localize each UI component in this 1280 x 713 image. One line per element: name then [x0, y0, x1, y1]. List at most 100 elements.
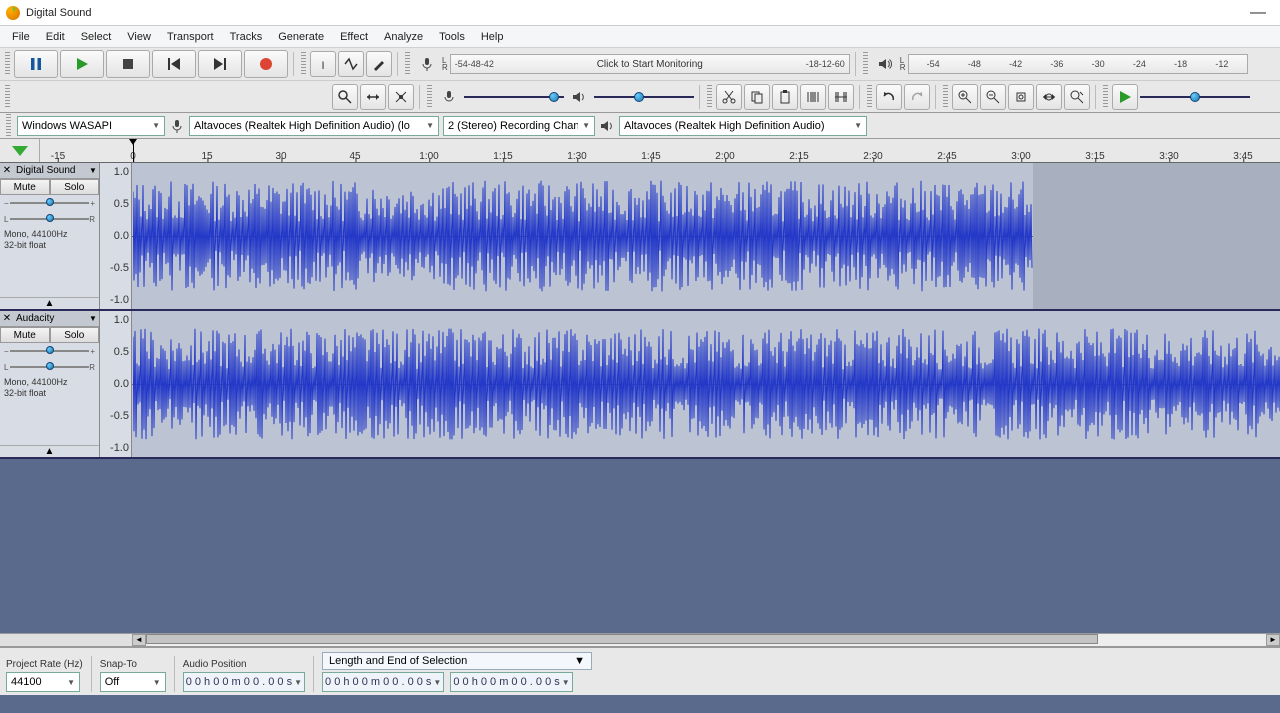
minimize-button[interactable]: — — [1242, 4, 1274, 22]
paste-button[interactable] — [772, 84, 798, 110]
track-menu-button[interactable]: ▼ — [87, 166, 99, 175]
pan-slider[interactable]: LR — [0, 359, 99, 375]
waveform-display[interactable] — [132, 163, 1280, 309]
toolbar-grip[interactable] — [5, 85, 10, 109]
track-close-button[interactable]: ✕ — [0, 313, 14, 324]
play-at-speed-button[interactable] — [1112, 84, 1138, 110]
timeline-ruler[interactable]: -1501530451:001:151:301:452:002:152:302:… — [0, 139, 1280, 163]
toolbar-grip[interactable] — [863, 52, 868, 76]
timeshift-tool-button[interactable] — [360, 84, 386, 110]
menu-view[interactable]: View — [119, 29, 159, 45]
zoom-toggle-button[interactable] — [1064, 84, 1090, 110]
menu-select[interactable]: Select — [73, 29, 120, 45]
track-control-panel: ✕ Digital Sound ▼ Mute Solo −+ LR Mono, … — [0, 163, 100, 309]
playback-speed-slider[interactable] — [1140, 91, 1250, 103]
snap-to-select[interactable]: Off▼ — [100, 672, 166, 692]
menu-tools[interactable]: Tools — [431, 29, 473, 45]
playback-meter[interactable]: -54 -48 -42 -36 -30 -24 -18 -12 — [908, 54, 1248, 74]
zoom-tool-button[interactable] — [332, 84, 358, 110]
envelope-tool-button[interactable] — [338, 51, 364, 77]
multi-tool-button[interactable] — [388, 84, 414, 110]
play-button[interactable] — [60, 50, 104, 78]
playhead-indicator[interactable] — [133, 139, 134, 162]
skip-start-button[interactable] — [152, 50, 196, 78]
waveform-display[interactable] — [132, 311, 1280, 457]
speaker-icon — [599, 118, 615, 134]
stop-button[interactable] — [106, 50, 150, 78]
menu-generate[interactable]: Generate — [270, 29, 332, 45]
fit-selection-button[interactable] — [1008, 84, 1034, 110]
trim-button[interactable] — [800, 84, 826, 110]
track-name-label[interactable]: Audacity — [14, 313, 87, 324]
zoom-in-button[interactable] — [952, 84, 978, 110]
collapse-button[interactable]: ▲ — [0, 445, 99, 457]
gain-slider[interactable]: −+ — [0, 343, 99, 359]
track-close-button[interactable]: ✕ — [0, 165, 14, 176]
scroll-left-button[interactable]: ◄ — [132, 634, 146, 646]
horizontal-scrollbar[interactable]: ◄ ► — [0, 633, 1280, 647]
mic-icon — [414, 51, 440, 77]
pause-button[interactable] — [14, 50, 58, 78]
track-menu-button[interactable]: ▼ — [87, 314, 99, 323]
track-name-label[interactable]: Digital Sound — [14, 165, 87, 176]
collapse-button[interactable]: ▲ — [0, 297, 99, 309]
start-monitoring-label[interactable]: Click to Start Monitoring — [451, 55, 849, 73]
skip-end-button[interactable] — [198, 50, 242, 78]
cut-button[interactable] — [716, 84, 742, 110]
draw-tool-button[interactable] — [366, 51, 392, 77]
toolbar-grip[interactable] — [1103, 85, 1108, 109]
menu-edit[interactable]: Edit — [38, 29, 73, 45]
solo-button[interactable]: Solo — [50, 179, 100, 195]
redo-button[interactable] — [904, 84, 930, 110]
selection-toolbar: Project Rate (Hz) 44100▼ Snap-To Off▼ Au… — [0, 647, 1280, 695]
gain-slider[interactable]: −+ — [0, 195, 99, 211]
playback-device-select[interactable]: Altavoces (Realtek High Definition Audio… — [619, 116, 867, 136]
mute-button[interactable]: Mute — [0, 327, 50, 343]
project-rate-select[interactable]: 44100▼ — [6, 672, 80, 692]
pan-slider[interactable]: LR — [0, 211, 99, 227]
title-bar: Digital Sound — — [0, 0, 1280, 26]
scroll-right-button[interactable]: ► — [1266, 634, 1280, 646]
speaker-icon — [872, 51, 898, 77]
recording-device-select[interactable]: Altavoces (Realtek High Definition Audio… — [189, 116, 439, 136]
undo-button[interactable] — [876, 84, 902, 110]
mute-button[interactable]: Mute — [0, 179, 50, 195]
selection-start-field[interactable]: 0 0 h 0 0 m 0 0 . 0 0 s▼ — [322, 672, 444, 692]
recording-channels-select[interactable]: 2 (Stereo) Recording Chan▼ — [443, 116, 595, 136]
toolbar-area: I LR -54 -48 -42 -18 -12 -6 0 Click to S… — [0, 48, 1280, 113]
solo-button[interactable]: Solo — [50, 327, 100, 343]
recording-meter[interactable]: -54 -48 -42 -18 -12 -6 0 Click to Start … — [450, 54, 850, 74]
menu-analyze[interactable]: Analyze — [376, 29, 431, 45]
silence-button[interactable] — [828, 84, 854, 110]
amplitude-ruler[interactable]: 1.00.50.0-0.5-1.0 — [100, 311, 132, 457]
toolbar-grip[interactable] — [707, 85, 712, 109]
record-button[interactable] — [244, 50, 288, 78]
recording-volume-slider[interactable] — [464, 91, 564, 103]
copy-button[interactable] — [744, 84, 770, 110]
menu-transport[interactable]: Transport — [159, 29, 222, 45]
menu-tracks[interactable]: Tracks — [222, 29, 271, 45]
audio-position-field[interactable]: 0 0 h 0 0 m 0 0 . 0 0 s▼ — [183, 672, 305, 692]
fit-project-button[interactable] — [1036, 84, 1062, 110]
menu-effect[interactable]: Effect — [332, 29, 376, 45]
amplitude-ruler[interactable]: 1.00.50.0-0.5-1.0 — [100, 163, 132, 309]
tracks-area: ✕ Digital Sound ▼ Mute Solo −+ LR Mono, … — [0, 163, 1280, 633]
toolbar-grip[interactable] — [301, 52, 306, 76]
mic-volume-icon — [436, 84, 462, 110]
toolbar-grip[interactable] — [427, 85, 432, 109]
zoom-out-button[interactable] — [980, 84, 1006, 110]
toolbar-grip[interactable] — [867, 85, 872, 109]
toolbar-grip[interactable] — [5, 52, 10, 76]
playback-volume-slider[interactable] — [594, 91, 694, 103]
toolbar-grip[interactable] — [405, 52, 410, 76]
audio-track: ✕ Audacity ▼ Mute Solo −+ LR Mono, 44100… — [0, 311, 1280, 459]
toolbar-grip[interactable] — [943, 85, 948, 109]
menu-help[interactable]: Help — [473, 29, 512, 45]
timeline-pin-button[interactable] — [0, 139, 40, 162]
audio-host-select[interactable]: Windows WASAPI▼ — [17, 116, 165, 136]
toolbar-grip[interactable] — [6, 114, 11, 138]
selection-tool-button[interactable]: I — [310, 51, 336, 77]
selection-mode-select[interactable]: Length and End of Selection▼ — [322, 652, 592, 670]
menu-file[interactable]: File — [4, 29, 38, 45]
selection-end-field[interactable]: 0 0 h 0 0 m 0 0 . 0 0 s▼ — [450, 672, 572, 692]
